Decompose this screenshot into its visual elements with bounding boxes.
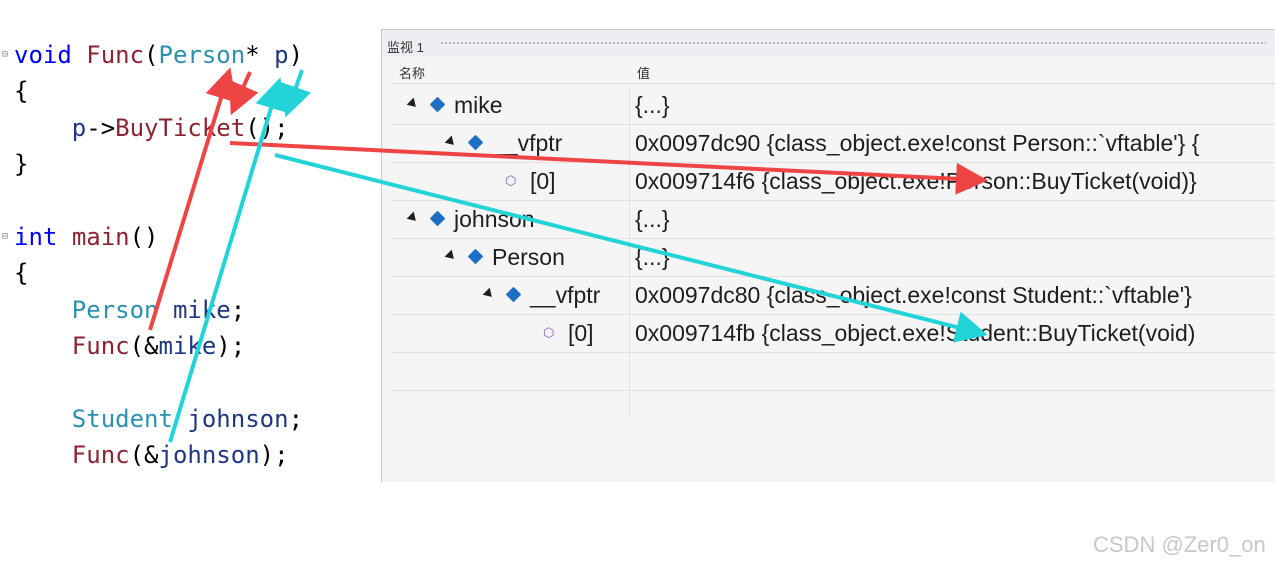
code-token: ) — [288, 41, 304, 69]
watch-item-value[interactable]: {...} — [635, 87, 1275, 124]
expand-toggle-icon[interactable] — [406, 97, 420, 111]
watermark: CSDN @Zer0_on — [1093, 532, 1266, 557]
code-line[interactable]: p->BuyTicket(); — [14, 113, 289, 143]
cube-icon — [429, 96, 446, 113]
code-token: mike — [172, 295, 231, 324]
cube-icon — [505, 286, 522, 303]
code-token: ; — [288, 405, 304, 433]
code-line[interactable]: Func(&mike); — [14, 331, 245, 361]
code-token: ); — [259, 441, 289, 470]
code-line[interactable]: Student johnson; — [14, 404, 303, 434]
watch-item-name: [0] — [568, 320, 594, 346]
expand-toggle-icon[interactable] — [482, 287, 496, 301]
watch-row[interactable]: ⬡ [0] 0x009714f6 {class_object.exe!Person:… — [392, 163, 1275, 201]
watch-item-name: Person — [492, 244, 565, 270]
code-token: BuyTicket — [115, 113, 246, 142]
code-token: { — [14, 77, 29, 106]
code-token: Func — [71, 441, 130, 470]
watch-item-name: __vfptr — [530, 282, 601, 308]
code-token: Student — [71, 405, 173, 433]
watch-item-name: johnson — [454, 206, 535, 232]
code-token: Person — [158, 41, 246, 69]
cube-icon — [467, 248, 484, 265]
watch-item-value[interactable] — [635, 353, 1275, 390]
code-line[interactable]: void Func(Person* p) — [14, 40, 303, 70]
collapse-icon[interactable]: ⊟ — [2, 222, 8, 252]
watch-window: 监视 1 名称 值 mike {...} __vfptr 0x0097dc90 {cl… — [381, 29, 1275, 482]
code-line[interactable]: { — [14, 258, 28, 288]
code-token: (& — [129, 441, 159, 470]
cube-icon — [467, 134, 484, 151]
code-line[interactable]: int main() — [14, 222, 159, 252]
code-line[interactable]: { — [14, 76, 28, 106]
code-line[interactable]: } — [14, 149, 28, 179]
watch-item-value[interactable]: {...} — [635, 201, 1275, 238]
watch-column-header: 名称 值 — [392, 56, 1275, 84]
expand-toggle-icon[interactable] — [444, 135, 458, 149]
code-line[interactable]: Func(&johnson); — [14, 440, 289, 470]
expand-toggle-icon[interactable] — [406, 211, 420, 225]
code-token: Person — [71, 295, 159, 324]
watch-row[interactable] — [392, 353, 1275, 391]
watch-item-value[interactable]: {...} — [635, 239, 1275, 276]
watch-item-name: [0] — [530, 168, 556, 194]
watch-row[interactable]: johnson {...} — [392, 201, 1275, 239]
column-header-name[interactable]: 名称 — [399, 63, 425, 82]
code-token: () — [129, 223, 159, 251]
watch-row[interactable]: __vfptr 0x0097dc80 {class_object.exe!cons… — [392, 277, 1275, 315]
code-token: ); — [216, 332, 246, 361]
watch-title-bar[interactable]: 监视 1 — [382, 30, 1275, 56]
watch-item-value[interactable]: 0x009714fb {class_object.exe!Student::Bu… — [635, 315, 1275, 352]
code-token: (); — [245, 113, 289, 142]
watch-item-value[interactable]: 0x0097dc80 {class_object.exe!const Stude… — [635, 277, 1275, 314]
watch-item-name: mike — [454, 92, 503, 118]
code-token: void — [14, 41, 72, 69]
code-token: } — [14, 150, 29, 179]
method-icon: ⬡ — [543, 325, 555, 340]
column-header-value[interactable]: 值 — [637, 63, 650, 82]
code-token: (& — [129, 332, 159, 361]
code-token: ( — [144, 41, 159, 69]
watch-row[interactable]: ⬡ [0] 0x009714fb {class_object.exe!Student… — [392, 315, 1275, 353]
collapse-icon[interactable]: ⊟ — [2, 40, 8, 70]
method-icon: ⬡ — [505, 173, 517, 188]
watch-item-value[interactable]: 0x0097dc90 {class_object.exe!const Perso… — [635, 125, 1275, 162]
code-line[interactable]: Person mike; — [14, 295, 245, 325]
code-token: p — [71, 113, 87, 142]
code-token: ; — [230, 295, 246, 324]
code-token: mike — [158, 332, 217, 361]
watch-item-value[interactable]: 0x009714f6 {class_object.exe!Person::Buy… — [635, 163, 1275, 200]
watch-row[interactable]: mike {...} — [392, 87, 1275, 125]
code-token: * — [245, 41, 275, 69]
code-token: Func — [86, 41, 145, 69]
code-token: { — [14, 259, 29, 288]
code-token: main — [71, 223, 130, 251]
watch-row[interactable]: Person {...} — [392, 239, 1275, 277]
code-token: Func — [71, 332, 130, 361]
code-editor[interactable]: ⊟ ⊟ void Func(Person* p){ p->BuyTicket()… — [0, 0, 380, 490]
watch-item-name: __vfptr — [492, 130, 563, 156]
cube-icon — [429, 210, 446, 227]
code-token: johnson — [187, 405, 289, 433]
code-token: int — [14, 223, 58, 251]
code-token: johnson — [158, 441, 260, 470]
watch-title: 监视 1 — [387, 40, 424, 55]
drag-grip[interactable] — [440, 41, 1266, 45]
watch-row[interactable]: __vfptr 0x0097dc90 {class_object.exe!cons… — [392, 125, 1275, 163]
expand-toggle-icon[interactable] — [444, 249, 458, 263]
code-token: -> — [86, 113, 116, 142]
code-token: p — [274, 41, 289, 69]
